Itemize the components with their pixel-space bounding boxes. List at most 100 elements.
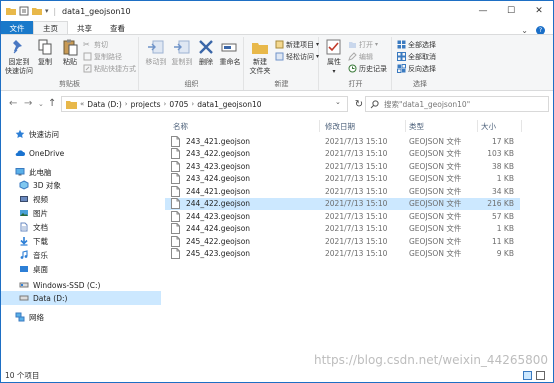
pin-quick-access-button[interactable]: 固定到 快速访问 — [4, 38, 34, 76]
nav-item-onedrive[interactable]: OneDrive — [1, 146, 161, 160]
file-type: GEOJSON 文件 — [409, 236, 462, 246]
edit-label: 编辑 — [359, 52, 373, 61]
column-header-name[interactable]: 名称 — [173, 119, 188, 133]
move-to-button[interactable]: 移动到 — [144, 38, 168, 67]
paste-shortcut-button[interactable]: 粘贴快捷方式 — [83, 63, 136, 74]
table-row[interactable]: 244_422.geojson 2021/7/13 15:10 GEOJSON 文件… — [165, 197, 520, 210]
select-all-button[interactable]: 全部选择 — [397, 39, 436, 50]
table-row[interactable]: 243_424.geojson 2021/7/13 15:10 GEOJSON 文件… — [165, 173, 520, 186]
column-divider[interactable] — [521, 120, 522, 132]
file-type: GEOJSON 文件 — [409, 161, 462, 171]
nav-item-this-pc[interactable]: 此电脑 — [1, 165, 161, 179]
table-row[interactable]: 243_421.geojson 2021/7/13 15:10 GEOJSON 文件… — [165, 135, 520, 148]
forward-arrow-icon[interactable]: → — [24, 98, 32, 109]
new-item-button[interactable]: 新建项目 ▾ — [275, 39, 319, 50]
nav-item-data-d[interactable]: Data (D:) — [1, 291, 161, 305]
column-header-type[interactable]: 类型 — [409, 119, 424, 133]
breadcrumb-overflow-icon[interactable]: « — [80, 100, 84, 108]
rename-button[interactable]: 重命名 — [218, 38, 242, 67]
table-row[interactable]: 243_423.geojson 2021/7/13 15:10 GEOJSON 文件… — [165, 160, 520, 173]
file-type: GEOJSON 文件 — [409, 211, 462, 221]
nav-item-pictures[interactable]: 图片 — [1, 206, 161, 220]
tab-share[interactable]: 共享 — [68, 21, 101, 35]
large-icons-view-icon[interactable] — [536, 371, 545, 380]
cube-icon — [19, 180, 29, 190]
nav-item-windows-ssd[interactable]: Windows-SSD (C:) — [1, 278, 161, 292]
address-dropdown-chevron-icon[interactable]: ⌄ — [335, 98, 341, 106]
customize-chevron-icon[interactable]: ▾ — [45, 7, 49, 15]
new-item-label: 新建项目 — [286, 40, 314, 49]
up-arrow-icon[interactable]: ↑ — [48, 98, 56, 109]
history-button[interactable]: 历史记录 — [348, 63, 387, 74]
search-icon — [370, 99, 379, 108]
table-row[interactable]: 243_422.geojson 2021/7/13 15:10 GEOJSON 文件… — [165, 148, 520, 161]
paste-button[interactable]: 粘贴 — [59, 38, 81, 67]
nav-item-music[interactable]: 音乐 — [1, 248, 161, 262]
nav-item-3d-objects[interactable]: 3D 对象 — [1, 178, 161, 192]
tab-file[interactable]: 文件 — [1, 21, 33, 35]
vertical-scrollbar[interactable] — [541, 116, 553, 368]
breadcrumb-data-d[interactable]: Data (D:) — [87, 100, 121, 109]
select-none-button[interactable]: 全部取消 — [397, 51, 436, 62]
invert-selection-button[interactable]: 反向选择 — [397, 63, 436, 74]
details-view-icon[interactable] — [523, 371, 532, 380]
tab-view[interactable]: 查看 — [101, 21, 134, 35]
maximize-button[interactable]: ☐ — [497, 1, 525, 21]
cut-button[interactable]: ✂ 剪切 — [83, 39, 108, 50]
address-bar[interactable]: « Data (D:) › projects › 0705 › data1_ge… — [61, 96, 348, 112]
properties-icon[interactable] — [19, 6, 29, 16]
breadcrumb-0705[interactable]: 0705 — [169, 100, 188, 109]
delete-button[interactable]: 删除 — [196, 38, 216, 67]
watermark-text: https://blog.csdn.net/weixin_44265800 — [314, 353, 549, 367]
nav-label: Data (D:) — [33, 293, 68, 303]
nav-item-desktop[interactable]: 桌面 — [1, 262, 161, 276]
open-button[interactable]: 打开 ▾ — [348, 39, 378, 50]
breadcrumb-projects[interactable]: projects — [131, 100, 161, 109]
table-row[interactable]: 244_423.geojson 2021/7/13 15:10 GEOJSON 文件… — [165, 210, 520, 223]
copy-to-button[interactable]: 复制到 — [170, 38, 194, 67]
tab-home[interactable]: 主页 — [33, 21, 68, 35]
nav-item-downloads[interactable]: 下载 — [1, 234, 161, 248]
new-folder-icon[interactable] — [32, 6, 42, 16]
column-header-size[interactable]: 大小 — [481, 119, 496, 133]
nav-item-network[interactable]: 网络 — [1, 310, 161, 324]
breadcrumb-chevron-icon: › — [124, 100, 128, 108]
easy-access-icon — [275, 52, 284, 61]
back-arrow-icon[interactable]: ← — [9, 98, 17, 109]
file-size: 38 KB — [492, 161, 514, 171]
column-divider[interactable] — [319, 120, 320, 132]
copy-button[interactable]: 复制 — [35, 38, 55, 67]
easy-access-button[interactable]: 轻松访问 ▾ — [275, 51, 319, 62]
table-row[interactable]: 245_423.geojson 2021/7/13 15:10 GEOJSON 文件… — [165, 248, 520, 261]
edit-button[interactable]: 编辑 — [348, 51, 373, 62]
nav-item-documents[interactable]: 文档 — [1, 220, 161, 234]
new-folder-button[interactable]: 新建 文件夹 — [248, 38, 272, 76]
properties-button[interactable]: 属性 ▾ — [323, 38, 345, 76]
copy-path-button[interactable]: 复制路径 — [83, 51, 122, 62]
folder-icon — [6, 8, 16, 15]
copy-to-label: 复制到 — [171, 58, 193, 66]
table-row[interactable]: 244_421.geojson 2021/7/13 15:10 GEOJSON 文件… — [165, 185, 520, 198]
nav-item-quick-access[interactable]: 快速访问 — [1, 127, 161, 141]
minimize-button[interactable]: — — [469, 1, 497, 21]
column-header-date[interactable]: 修改日期 — [325, 119, 355, 133]
recent-locations-chevron-icon[interactable]: ⌄ — [38, 100, 44, 108]
nav-label: Windows-SSD (C:) — [33, 280, 101, 290]
breadcrumb-data1-geojson10[interactable]: data1_geojson10 — [197, 100, 261, 109]
nav-item-videos[interactable]: 视频 — [1, 192, 161, 206]
search-input[interactable]: 搜索"data1_geojson10" — [365, 96, 549, 112]
file-name: 243_424.geojson — [186, 174, 251, 184]
refresh-icon[interactable]: ↻ — [352, 96, 366, 112]
file-date: 2021/7/13 15:10 — [325, 249, 388, 259]
file-type: GEOJSON 文件 — [409, 249, 462, 259]
paste-shortcut-icon — [83, 64, 92, 73]
table-row[interactable]: 244_424.geojson 2021/7/13 15:10 GEOJSON 文件… — [165, 223, 520, 236]
close-button[interactable]: ✕ — [525, 1, 553, 21]
nav-label: 网络 — [29, 312, 44, 322]
organize-group: 移动到 复制到 删除 重命名 组织 — [140, 37, 244, 90]
column-divider[interactable] — [477, 120, 478, 132]
copy-icon — [38, 39, 52, 55]
column-divider[interactable] — [405, 120, 406, 132]
table-row[interactable]: 245_422.geojson 2021/7/13 15:10 GEOJSON 文件… — [165, 235, 520, 248]
file-name: 244_423.geojson — [186, 211, 251, 221]
